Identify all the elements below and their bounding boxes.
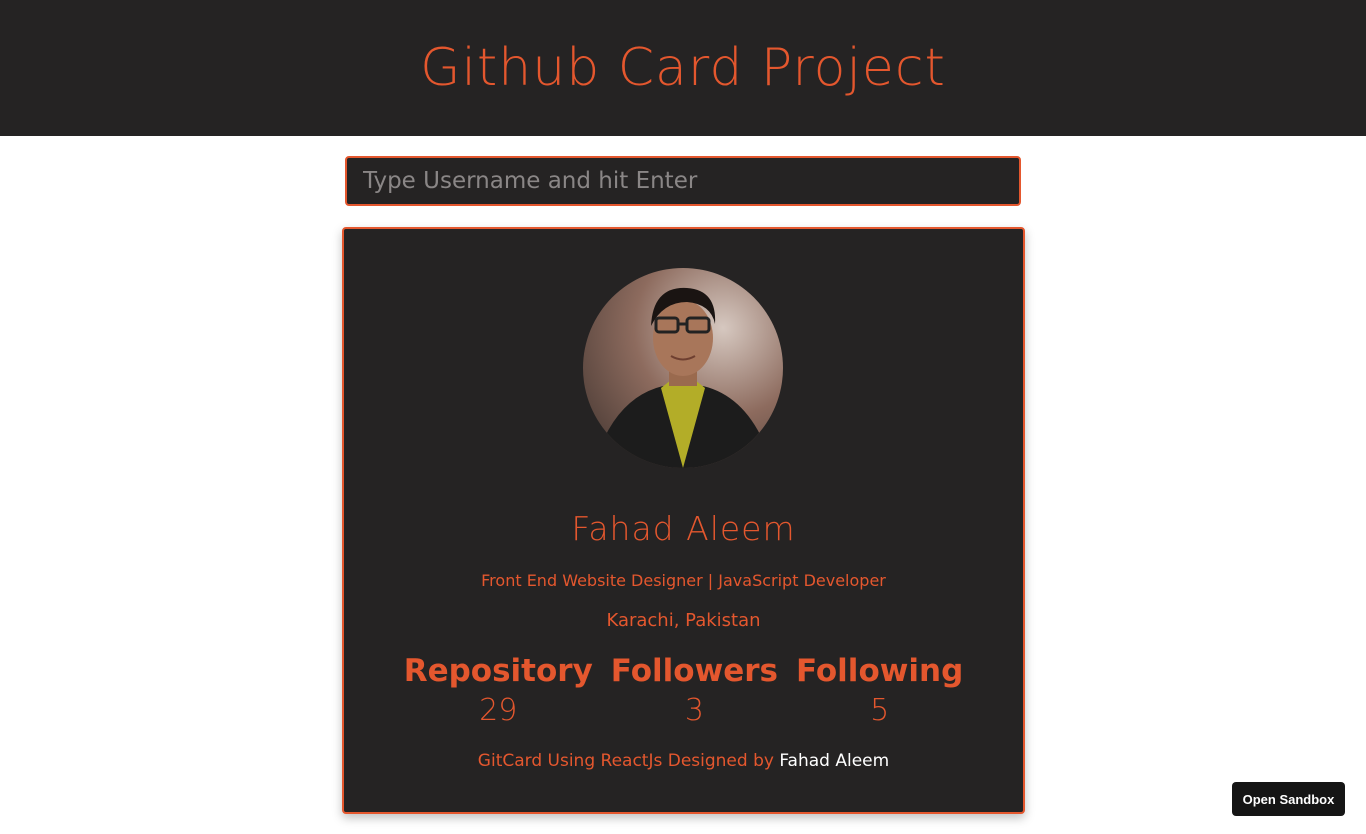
stat-value: 3 [684,693,704,728]
avatar-photo [593,287,773,468]
stat-repository: Repository 29 [404,649,593,729]
credit-author: Fahad Aleem [779,751,890,771]
credit-text: GitCard Using ReactJs Designed by Fahad … [344,751,1023,771]
stat-followers: Followers 3 [611,649,778,729]
stat-label: Repository [403,653,593,689]
page-header: Github Card Project [0,0,1366,136]
page-title: Github Card Project [420,38,946,98]
credit-prefix: GitCard Using ReactJs Designed by [477,751,774,771]
github-profile-card: Fahad Aleem Front End Website Designer |… [342,227,1025,814]
profile-name: Fahad Aleem [571,509,796,548]
stat-label: Following [795,653,964,689]
profile-bio: Front End Website Designer | JavaScript … [481,571,886,590]
stat-value: 5 [870,693,890,728]
avatar [583,268,783,468]
username-search-input[interactable] [345,156,1021,206]
profile-location: Karachi, Pakistan [606,610,761,631]
search-container [345,156,1021,206]
stat-following: Following 5 [796,649,963,729]
stat-label: Followers [610,653,778,689]
open-sandbox-button[interactable]: Open Sandbox [1232,782,1345,816]
profile-stats: Repository 29 Followers 3 Following 5 [344,649,1023,729]
stat-value: 29 [479,693,518,728]
